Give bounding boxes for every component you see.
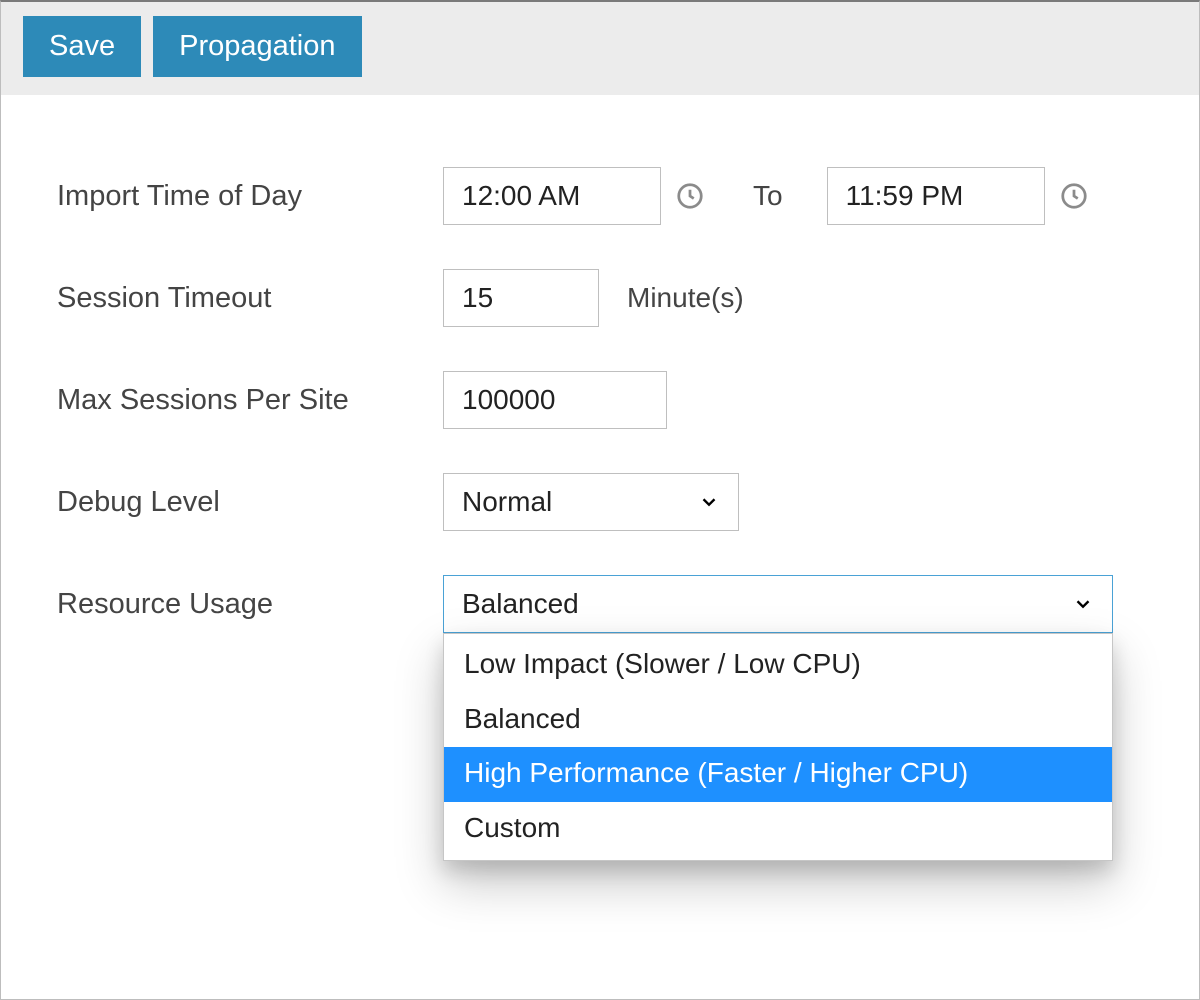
resource-usage-option[interactable]: Custom <box>444 802 1112 857</box>
label-resource-usage: Resource Usage <box>57 588 443 621</box>
label-max-sessions: Max Sessions Per Site <box>57 384 443 417</box>
row-session-timeout: Session Timeout Minute(s) <box>57 269 1149 327</box>
label-debug-level: Debug Level <box>57 486 443 519</box>
chevron-down-icon <box>1072 593 1094 615</box>
row-import-time: Import Time of Day To <box>57 167 1149 225</box>
debug-level-value: Normal <box>462 486 552 518</box>
label-session-timeout: Session Timeout <box>57 282 443 315</box>
resource-usage-option[interactable]: High Performance (Faster / Higher CPU) <box>444 747 1112 802</box>
session-timeout-input[interactable] <box>443 269 599 327</box>
resource-usage-option[interactable]: Low Impact (Slower / Low CPU) <box>444 638 1112 693</box>
debug-level-select[interactable]: Normal <box>443 473 739 531</box>
clock-icon[interactable] <box>1059 181 1089 211</box>
to-label: To <box>753 180 783 212</box>
row-max-sessions: Max Sessions Per Site <box>57 371 1149 429</box>
chevron-down-icon <box>698 491 720 513</box>
import-time-from-input[interactable] <box>443 167 661 225</box>
clock-icon[interactable] <box>675 181 705 211</box>
save-button[interactable]: Save <box>23 16 141 77</box>
max-sessions-input[interactable] <box>443 371 667 429</box>
form-content: Import Time of Day To Session Ti <box>1 95 1199 633</box>
resource-usage-select[interactable]: Balanced <box>443 575 1113 633</box>
toolbar: Save Propagation <box>1 2 1199 95</box>
resource-usage-dropdown: Low Impact (Slower / Low CPU)BalancedHig… <box>443 633 1113 861</box>
row-debug-level: Debug Level Normal <box>57 473 1149 531</box>
session-timeout-unit: Minute(s) <box>627 282 744 314</box>
resource-usage-option[interactable]: Balanced <box>444 693 1112 748</box>
settings-panel: Save Propagation Import Time of Day To <box>0 0 1200 1000</box>
propagation-button[interactable]: Propagation <box>153 16 361 77</box>
label-import-time: Import Time of Day <box>57 180 443 213</box>
row-resource-usage: Resource Usage Balanced Low Impact (Slow… <box>57 575 1149 633</box>
resource-usage-value: Balanced <box>462 588 579 620</box>
import-time-to-input[interactable] <box>827 167 1045 225</box>
